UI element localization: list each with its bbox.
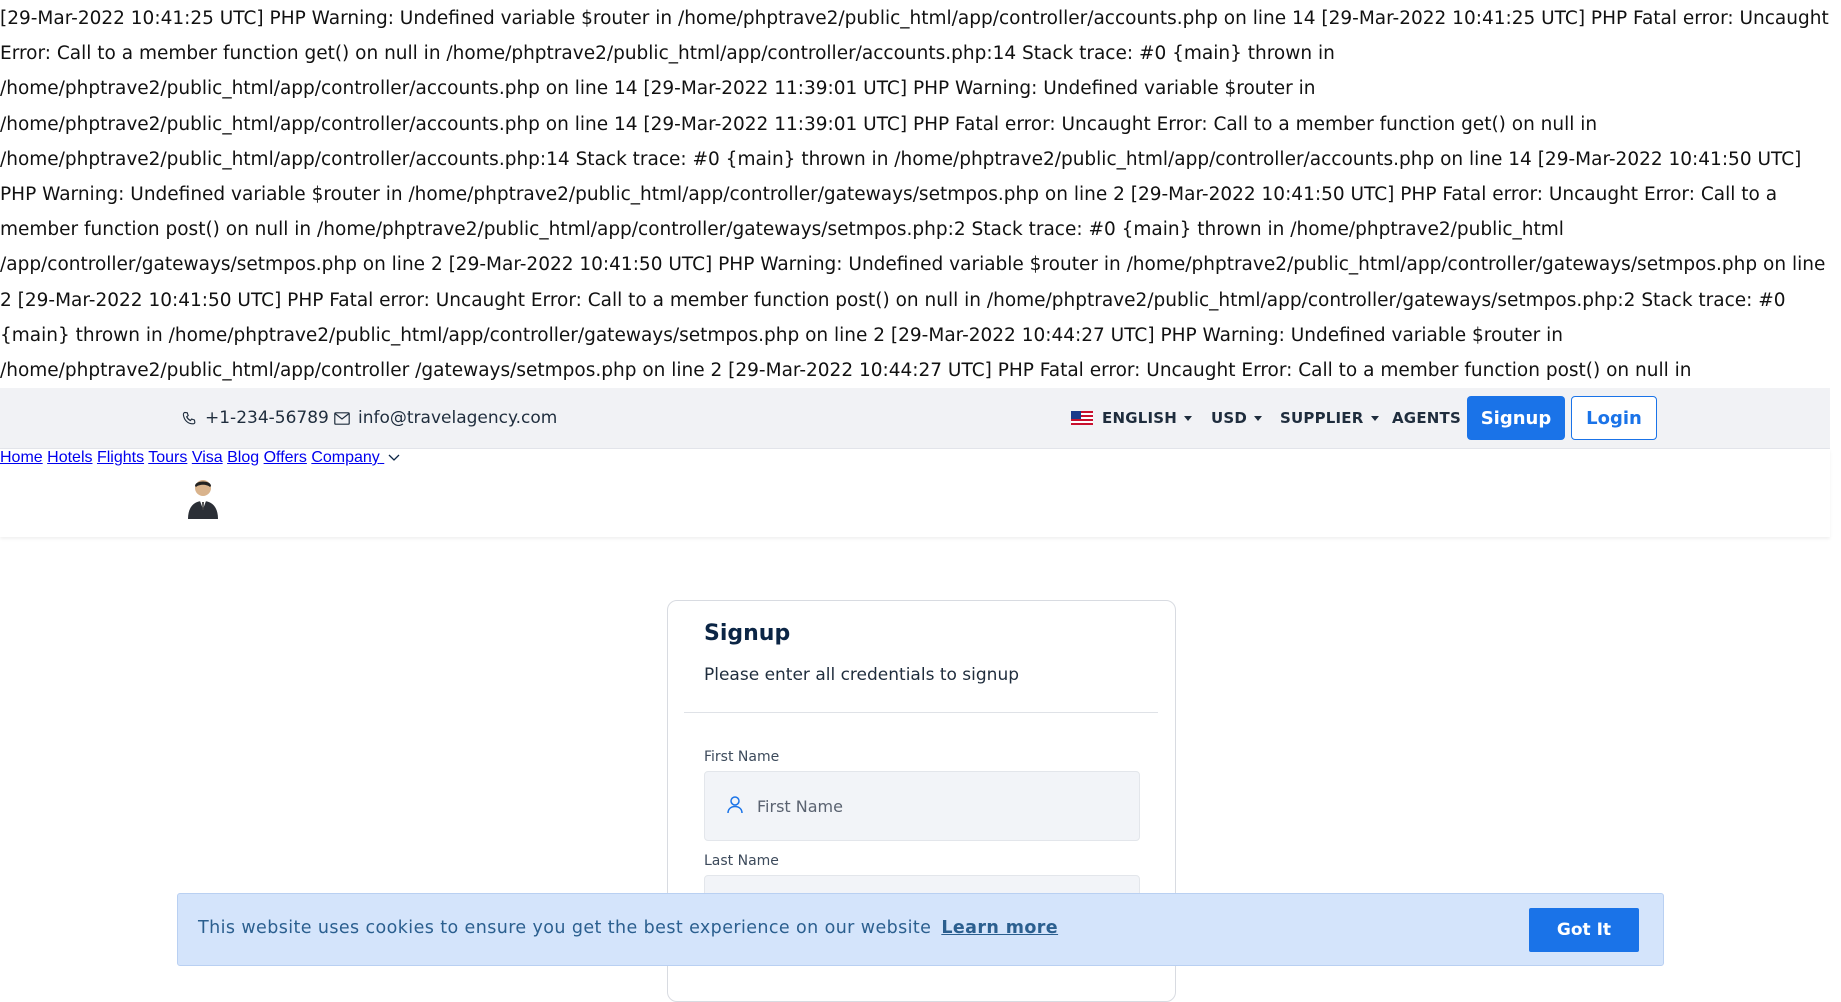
nav-home[interactable]: Home	[0, 449, 43, 466]
nav-offers[interactable]: Offers	[264, 449, 307, 466]
supplier-dropdown[interactable]: SUPPLIER	[1280, 388, 1379, 448]
first-name-input[interactable]	[755, 772, 1129, 840]
nav-company-label: Company	[311, 449, 380, 466]
nav-visa[interactable]: Visa	[192, 449, 223, 466]
signup-subtitle: Please enter all credentials to signup	[704, 665, 1020, 685]
login-button[interactable]: Login	[1571, 396, 1657, 440]
caret-down-icon	[1370, 415, 1379, 421]
nav-company[interactable]: Company	[311, 449, 400, 466]
caret-down-icon	[1184, 415, 1193, 421]
language-label: ENGLISH	[1102, 409, 1178, 427]
nav-flights[interactable]: Flights	[97, 449, 144, 466]
nav-blog[interactable]: Blog	[227, 449, 259, 466]
currency-label: USD	[1211, 409, 1248, 427]
logo-avatar-icon[interactable]	[186, 477, 220, 519]
user-icon	[727, 796, 743, 814]
learn-more-link[interactable]: Learn more	[941, 918, 1058, 938]
email-address: info@travelagency.com	[358, 408, 558, 428]
cookie-message: This website uses cookies to ensure you …	[198, 918, 1058, 938]
signup-button[interactable]: Signup	[1467, 396, 1565, 440]
agents-dropdown[interactable]: AGENTS	[1392, 388, 1476, 448]
mail-icon	[334, 411, 350, 425]
phone-contact[interactable]: +1-234-56789	[182, 388, 329, 448]
currency-dropdown[interactable]: USD	[1211, 388, 1263, 448]
phone-number: +1-234-56789	[205, 408, 329, 428]
cookie-banner: This website uses cookies to ensure you …	[177, 893, 1664, 966]
main-navbar: Home Hotels Flights Tours Visa Blog Offe…	[0, 449, 1830, 537]
chevron-down-icon	[388, 454, 400, 461]
agents-label: AGENTS	[1392, 409, 1461, 427]
cookie-text: This website uses cookies to ensure you …	[198, 918, 932, 938]
nav-tours[interactable]: Tours	[148, 449, 187, 466]
php-error-log: [29-Mar-2022 10:41:25 UTC] PHP Warning: …	[0, 8, 1829, 416]
us-flag-icon	[1071, 411, 1093, 425]
first-name-field[interactable]	[704, 771, 1140, 841]
nav-hotels[interactable]: Hotels	[47, 449, 92, 466]
language-dropdown[interactable]: ENGLISH	[1071, 388, 1193, 448]
supplier-label: SUPPLIER	[1280, 409, 1364, 427]
signup-title: Signup	[704, 621, 791, 646]
first-name-label: First Name	[704, 749, 780, 765]
email-contact[interactable]: info@travelagency.com	[334, 388, 557, 448]
caret-down-icon	[1254, 415, 1263, 421]
top-bar: +1-234-56789 info@travelagency.com ENGLI…	[0, 388, 1830, 449]
phone-icon	[182, 411, 196, 424]
last-name-label: Last Name	[704, 853, 779, 869]
card-divider	[684, 712, 1158, 713]
got-it-button[interactable]: Got It	[1529, 908, 1639, 952]
